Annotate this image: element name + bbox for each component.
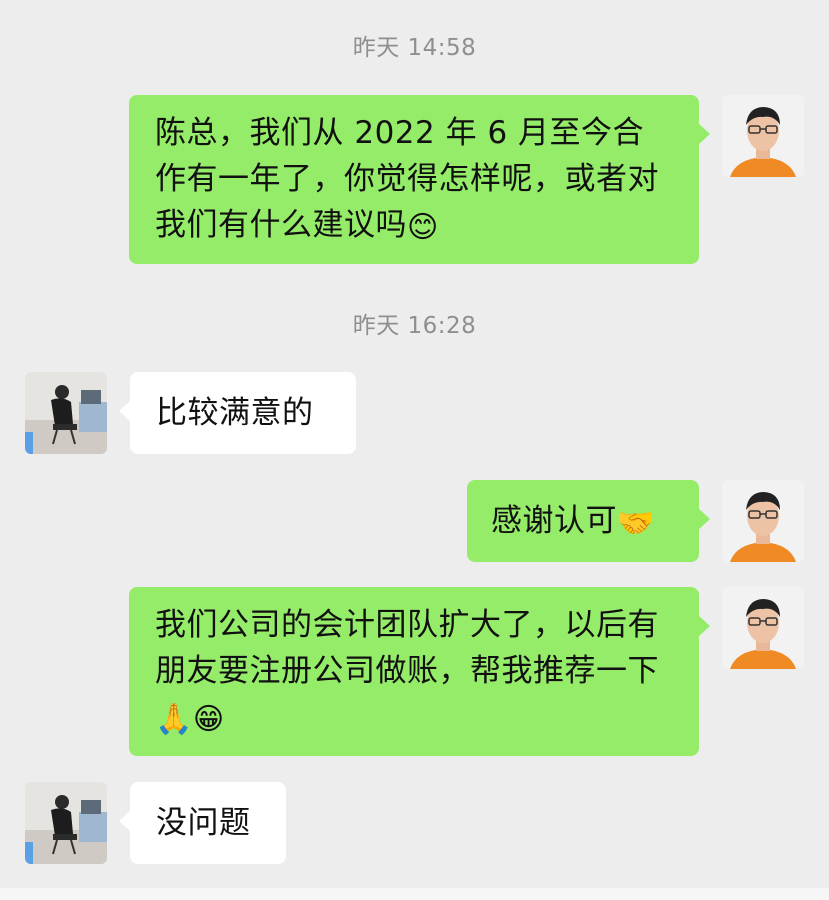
message-text: 没问题 — [156, 805, 251, 841]
input-bar-edge — [0, 888, 829, 900]
contact-avatar[interactable] — [25, 372, 107, 454]
contact-avatar[interactable] — [25, 782, 107, 864]
smile-emoji-icon: 😊 — [407, 210, 439, 245]
person-avatar-icon — [722, 480, 804, 562]
handshake-emoji-icon: 🤝 — [617, 506, 655, 541]
chat-bubble-received[interactable]: 比较满意的 — [119, 372, 356, 454]
message-text: 比较满意的 — [156, 395, 314, 431]
message-timestamp: 昨天 16:28 — [352, 313, 477, 339]
pray-grin-emoji-icon: 🙏😁 — [155, 702, 225, 737]
person-at-desk-avatar-icon — [25, 782, 107, 864]
message-text: 感谢认可 — [491, 503, 617, 539]
chat-bubble-sent[interactable]: 陈总，我们从 2022 年 6 月至今合作有一年了，你觉得怎样呢，或者对我们有什… — [129, 95, 710, 264]
person-at-desk-avatar-icon — [25, 372, 107, 454]
person-avatar-icon — [722, 95, 804, 177]
chat-bubble-received[interactable]: 没问题 — [119, 782, 286, 864]
person-avatar-icon — [722, 587, 804, 669]
my-avatar[interactable] — [722, 587, 804, 669]
chat-bubble-sent[interactable]: 感谢认可🤝 — [467, 480, 710, 562]
message-timestamp: 昨天 14:58 — [352, 35, 477, 61]
message-text: 我们公司的会计团队扩大了，以后有朋友要注册公司做账，帮我推荐一下 — [155, 607, 659, 689]
chat-bubble-sent[interactable]: 我们公司的会计团队扩大了，以后有朋友要注册公司做账，帮我推荐一下 🙏😁 — [129, 587, 710, 756]
my-avatar[interactable] — [722, 480, 804, 562]
my-avatar[interactable] — [722, 95, 804, 177]
